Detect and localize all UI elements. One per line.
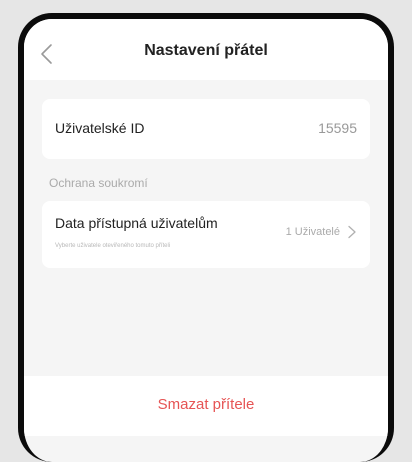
phone-screen: Nastavení přátel Uživatelské ID 15595 Oc… [18, 13, 394, 462]
data-access-value: 1 Uživatelé [285, 226, 340, 238]
data-access-label: Data přístupná uživatelům [55, 215, 218, 231]
delete-friend-button[interactable]: Smazat přítele [24, 396, 388, 413]
privacy-section-label: Ochrana soukromí [49, 176, 148, 190]
data-access-row[interactable]: Data přístupná uživatelům Vyberte uživat… [42, 201, 370, 268]
bottom-action-bar: Smazat přítele [24, 376, 388, 436]
user-id-value: 15595 [318, 120, 357, 136]
data-access-description: Vyberte uživatele oteviřeného tomuto pří… [55, 243, 171, 249]
user-id-label: Uživatelské ID [55, 120, 145, 136]
chevron-right-icon [348, 225, 356, 239]
page-title: Nastavení přátel [144, 42, 268, 59]
navigation-bar: Nastavení přátel [24, 19, 388, 80]
user-id-card: Uživatelské ID 15595 [42, 99, 370, 159]
